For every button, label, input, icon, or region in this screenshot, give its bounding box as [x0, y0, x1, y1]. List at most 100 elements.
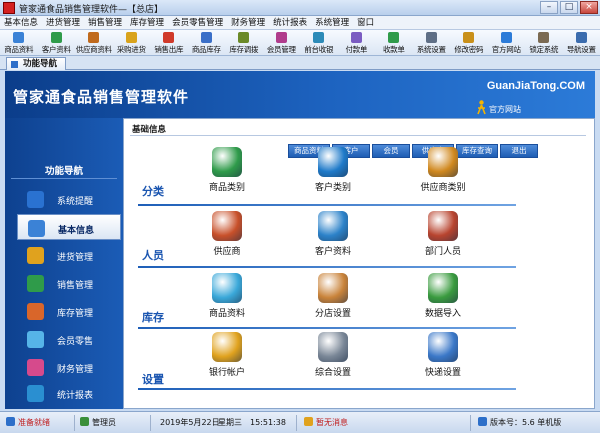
- menu-sales[interactable]: 销售管理: [84, 16, 126, 29]
- toolbar-button[interactable]: 锁定系统: [525, 30, 563, 56]
- toolbar-button-label: 商品资料: [4, 45, 34, 54]
- tab-strip: 功能导航: [0, 56, 600, 70]
- function-tile[interactable]: 快递设置: [404, 332, 484, 382]
- toolbar-button[interactable]: 商品库存: [188, 30, 226, 56]
- tab-navigation[interactable]: 功能导航: [6, 57, 67, 70]
- basic-info-icon: [28, 220, 45, 237]
- toolbar-button[interactable]: 系统设置: [413, 30, 451, 56]
- finance-icon: [27, 359, 44, 376]
- menu-stock[interactable]: 库存管理: [126, 16, 168, 29]
- function-tile[interactable]: 供应商类别: [404, 147, 484, 197]
- status-user-tag-text: 准备就绪: [18, 418, 50, 427]
- official-site-link[interactable]: 官方网站: [489, 104, 521, 115]
- customer-icon: [50, 32, 62, 43]
- sidebar-item[interactable]: 财务管理: [5, 354, 123, 380]
- sidebar-item-label: 财务管理: [57, 365, 94, 375]
- sidebar-item[interactable]: 库存管理: [5, 298, 123, 324]
- section-title: 人员: [142, 249, 164, 262]
- function-tile-label: 客户类别: [314, 183, 351, 193]
- goods-category-icon: [212, 147, 242, 177]
- supplier-person-icon: [212, 211, 242, 241]
- status-separator: [470, 415, 471, 431]
- report-icon: [27, 385, 44, 402]
- sidebar-item[interactable]: 会员零售: [5, 326, 123, 352]
- lock-icon: [538, 32, 550, 43]
- menu-finance[interactable]: 财务管理: [227, 16, 269, 29]
- function-tile-label: 快递设置: [424, 368, 461, 378]
- window-controls: – □ ×: [540, 1, 598, 14]
- function-tile[interactable]: 银行帐户: [188, 332, 268, 382]
- status-separator: [296, 415, 297, 431]
- menu-reports[interactable]: 统计报表: [269, 16, 311, 29]
- goods-boxes-icon: [212, 273, 242, 303]
- status-date: 2019年5月22日: [160, 418, 220, 427]
- status-message[interactable]: 暂无消息: [304, 417, 348, 429]
- function-tile-label: 商品资料: [208, 309, 245, 319]
- toolbar-button[interactable]: 前台收银: [300, 30, 338, 56]
- function-tile-label: 供应商类别: [420, 183, 466, 193]
- function-tile[interactable]: 部门人员: [404, 211, 484, 261]
- function-tile[interactable]: 商品资料: [188, 273, 268, 323]
- menu-purchase[interactable]: 进货管理: [42, 16, 84, 29]
- toolbar-button[interactable]: 库存调拨: [225, 30, 263, 56]
- menu-member-retail[interactable]: 会员零售管理: [168, 16, 227, 29]
- toolbar-button[interactable]: 供应商资料: [75, 30, 113, 56]
- app-name: 管家通食品销售管理软件: [13, 88, 190, 106]
- toolbar-button[interactable]: 导航设置: [563, 30, 600, 56]
- function-tile[interactable]: 分店设置: [294, 273, 374, 323]
- toolbar-button[interactable]: 官方网站: [488, 30, 526, 56]
- menu-system[interactable]: 系统管理: [311, 16, 353, 29]
- toolbar-button[interactable]: 销售出库: [150, 30, 188, 56]
- sidebar-item-label: 会员零售: [57, 337, 94, 347]
- function-tile[interactable]: 客户资料: [294, 211, 374, 261]
- nav-settings-icon: [575, 32, 587, 43]
- toolbar-button[interactable]: 客户资料: [38, 30, 76, 56]
- function-tile[interactable]: 客户类别: [294, 147, 374, 197]
- toolbar-button[interactable]: 修改密码: [450, 30, 488, 56]
- status-version-text: 版本号：5.6 单机版: [490, 418, 562, 427]
- toolbar-button[interactable]: 商品资料: [0, 30, 38, 56]
- sidebar-item[interactable]: 基本信息: [17, 214, 121, 240]
- sidebar-item[interactable]: 统计报表: [5, 380, 123, 406]
- sidebar-heading: 功能导航: [44, 166, 83, 177]
- toolbar-button[interactable]: 收款单: [375, 30, 413, 56]
- close-button[interactable]: ×: [580, 1, 598, 14]
- receipt-icon: [388, 32, 400, 43]
- function-tile[interactable]: 商品类别: [188, 147, 268, 197]
- sub-tab[interactable]: 退出: [500, 144, 538, 158]
- toolbar-button[interactable]: 付款单: [338, 30, 376, 56]
- breadcrumb-divider: [130, 135, 586, 136]
- mascot-icon: [477, 100, 486, 115]
- purchase-icon: [125, 32, 137, 43]
- menu-window[interactable]: 窗口: [353, 16, 378, 29]
- goods-icon: [13, 32, 25, 43]
- stock-icon: [200, 32, 212, 43]
- toolbar-button-label: 客户资料: [41, 45, 71, 54]
- sidebar-item[interactable]: 系统提醒: [5, 186, 123, 212]
- minimize-button[interactable]: –: [540, 1, 558, 14]
- tab-label: 功能导航: [23, 59, 58, 69]
- payment-icon: [350, 32, 362, 43]
- status-ready-icon: [6, 417, 15, 426]
- toolbar-button-label: 付款单: [345, 45, 368, 54]
- function-tile[interactable]: 供应商: [188, 211, 268, 261]
- sidebar-item[interactable]: 进货管理: [5, 242, 123, 268]
- toolbar-button[interactable]: 采购进货: [113, 30, 151, 56]
- toolbar-button-label: 收款单: [382, 45, 405, 54]
- bank-account-icon: [212, 332, 242, 362]
- transfer-icon: [238, 32, 250, 43]
- main-panel: 基础信息 商品资料客户会员供应商库存查询退出 分类商品类别客户类别供应商类别人员…: [123, 118, 595, 409]
- sales-icon: [163, 32, 175, 43]
- menu-basic-info[interactable]: 基本信息: [0, 16, 42, 29]
- function-tile[interactable]: 数据导入: [404, 273, 484, 323]
- function-tile[interactable]: 综合设置: [294, 332, 374, 382]
- maximize-button[interactable]: □: [560, 1, 578, 14]
- window-title: 管家通食品销售管理软件—【总店】: [19, 5, 164, 15]
- member-icon: [275, 32, 287, 43]
- toolbar-button-label: 采购进货: [116, 45, 146, 54]
- website-url: GuanJiaTong.COM: [486, 80, 585, 92]
- toolbar-button-label: 导航设置: [566, 45, 596, 54]
- sidebar-item[interactable]: 销售管理: [5, 270, 123, 296]
- toolbar-button[interactable]: 会员管理: [263, 30, 301, 56]
- status-message-text: 暂无消息: [316, 418, 348, 427]
